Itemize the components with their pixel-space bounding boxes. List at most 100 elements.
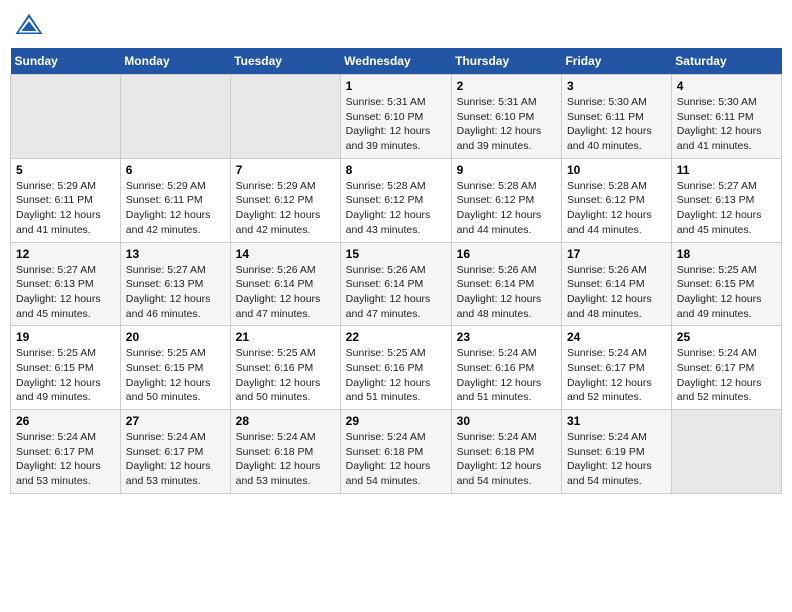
day-number: 14 <box>236 247 335 261</box>
calendar-table: SundayMondayTuesdayWednesdayThursdayFrid… <box>10 48 782 494</box>
week-row-4: 19 Sunrise: 5:25 AMSunset: 6:15 PMDayligh… <box>11 326 782 410</box>
day-number: 21 <box>236 330 335 344</box>
day-cell: 16 Sunrise: 5:26 AMSunset: 6:14 PMDayligh… <box>451 242 561 326</box>
day-cell: 17 Sunrise: 5:26 AMSunset: 6:14 PMDayligh… <box>561 242 671 326</box>
day-cell: 21 Sunrise: 5:25 AMSunset: 6:16 PMDayligh… <box>230 326 340 410</box>
header-cell-monday: Monday <box>120 48 230 75</box>
day-cell: 14 Sunrise: 5:26 AMSunset: 6:14 PMDayligh… <box>230 242 340 326</box>
day-info: Sunrise: 5:30 AMSunset: 6:11 PMDaylight:… <box>567 95 666 154</box>
day-cell: 12 Sunrise: 5:27 AMSunset: 6:13 PMDayligh… <box>11 242 121 326</box>
day-cell: 22Sunrise: 5:25 AMSunset: 6:16 PMDayligh… <box>340 326 451 410</box>
day-number: 31 <box>567 414 666 428</box>
header-cell-sunday: Sunday <box>11 48 121 75</box>
day-number: 3 <box>567 79 666 93</box>
day-cell: 3 Sunrise: 5:30 AMSunset: 6:11 PMDaylight… <box>561 75 671 159</box>
day-info: Sunrise: 5:26 AMSunset: 6:14 PMDaylight:… <box>457 263 556 322</box>
day-cell: 31 Sunrise: 5:24 AMSunset: 6:19 PMDayligh… <box>561 410 671 494</box>
day-cell: 29 Sunrise: 5:24 AMSunset: 6:18 PMDayligh… <box>340 410 451 494</box>
day-cell: 30 Sunrise: 5:24 AMSunset: 6:18 PMDayligh… <box>451 410 561 494</box>
header-cell-thursday: Thursday <box>451 48 561 75</box>
day-number: 12 <box>16 247 115 261</box>
header-row: SundayMondayTuesdayWednesdayThursdayFrid… <box>11 48 782 75</box>
day-cell <box>671 410 781 494</box>
day-number: 8 <box>346 163 446 177</box>
day-info: Sunrise: 5:24 AMSunset: 6:17 PMDaylight:… <box>677 346 776 405</box>
day-cell: 26 Sunrise: 5:24 AMSunset: 6:17 PMDayligh… <box>11 410 121 494</box>
day-info: Sunrise: 5:26 AMSunset: 6:14 PMDaylight:… <box>236 263 335 322</box>
day-info: Sunrise: 5:31 AMSunset: 6:10 PMDaylight:… <box>457 95 556 154</box>
day-cell: 6 Sunrise: 5:29 AMSunset: 6:11 PMDaylight… <box>120 158 230 242</box>
day-number: 17 <box>567 247 666 261</box>
header-cell-tuesday: Tuesday <box>230 48 340 75</box>
day-cell <box>230 75 340 159</box>
day-info: Sunrise: 5:26 AMSunset: 6:14 PMDaylight:… <box>567 263 666 322</box>
header-cell-saturday: Saturday <box>671 48 781 75</box>
day-info: Sunrise: 5:27 AMSunset: 6:13 PMDaylight:… <box>677 179 776 238</box>
day-cell: 24 Sunrise: 5:24 AMSunset: 6:17 PMDayligh… <box>561 326 671 410</box>
week-row-2: 5 Sunrise: 5:29 AMSunset: 6:11 PMDaylight… <box>11 158 782 242</box>
day-info: Sunrise: 5:24 AMSunset: 6:16 PMDaylight:… <box>457 346 556 405</box>
day-number: 24 <box>567 330 666 344</box>
day-info: Sunrise: 5:25 AMSunset: 6:15 PMDaylight:… <box>677 263 776 322</box>
day-number: 28 <box>236 414 335 428</box>
day-number: 16 <box>457 247 556 261</box>
day-cell: 1 Sunrise: 5:31 AMSunset: 6:10 PMDaylight… <box>340 75 451 159</box>
day-cell: 15Sunrise: 5:26 AMSunset: 6:14 PMDayligh… <box>340 242 451 326</box>
day-cell: 11 Sunrise: 5:27 AMSunset: 6:13 PMDayligh… <box>671 158 781 242</box>
day-info: Sunrise: 5:29 AMSunset: 6:11 PMDaylight:… <box>126 179 225 238</box>
day-info: Sunrise: 5:29 AMSunset: 6:12 PMDaylight:… <box>236 179 335 238</box>
day-number: 1 <box>346 79 446 93</box>
day-cell: 9Sunrise: 5:28 AMSunset: 6:12 PMDaylight… <box>451 158 561 242</box>
day-cell: 27Sunrise: 5:24 AMSunset: 6:17 PMDayligh… <box>120 410 230 494</box>
week-row-5: 26 Sunrise: 5:24 AMSunset: 6:17 PMDayligh… <box>11 410 782 494</box>
day-number: 23 <box>457 330 556 344</box>
day-info: Sunrise: 5:27 AMSunset: 6:13 PMDaylight:… <box>126 263 225 322</box>
day-cell: 20Sunrise: 5:25 AMSunset: 6:15 PMDayligh… <box>120 326 230 410</box>
week-row-1: 1 Sunrise: 5:31 AMSunset: 6:10 PMDaylight… <box>11 75 782 159</box>
day-number: 4 <box>677 79 776 93</box>
day-cell: 2 Sunrise: 5:31 AMSunset: 6:10 PMDaylight… <box>451 75 561 159</box>
day-info: Sunrise: 5:26 AMSunset: 6:14 PMDaylight:… <box>346 263 446 322</box>
day-number: 10 <box>567 163 666 177</box>
day-number: 5 <box>16 163 115 177</box>
day-info: Sunrise: 5:24 AMSunset: 6:18 PMDaylight:… <box>346 430 446 489</box>
day-number: 29 <box>346 414 446 428</box>
day-info: Sunrise: 5:24 AMSunset: 6:19 PMDaylight:… <box>567 430 666 489</box>
week-row-3: 12 Sunrise: 5:27 AMSunset: 6:13 PMDayligh… <box>11 242 782 326</box>
day-info: Sunrise: 5:25 AMSunset: 6:15 PMDaylight:… <box>126 346 225 405</box>
day-number: 26 <box>16 414 115 428</box>
day-number: 30 <box>457 414 556 428</box>
day-info: Sunrise: 5:25 AMSunset: 6:16 PMDaylight:… <box>236 346 335 405</box>
header-cell-friday: Friday <box>561 48 671 75</box>
day-number: 11 <box>677 163 776 177</box>
day-number: 6 <box>126 163 225 177</box>
day-info: Sunrise: 5:24 AMSunset: 6:18 PMDaylight:… <box>236 430 335 489</box>
day-number: 25 <box>677 330 776 344</box>
day-info: Sunrise: 5:24 AMSunset: 6:17 PMDaylight:… <box>126 430 225 489</box>
day-info: Sunrise: 5:24 AMSunset: 6:17 PMDaylight:… <box>567 346 666 405</box>
day-info: Sunrise: 5:24 AMSunset: 6:18 PMDaylight:… <box>457 430 556 489</box>
day-info: Sunrise: 5:31 AMSunset: 6:10 PMDaylight:… <box>346 95 446 154</box>
day-info: Sunrise: 5:24 AMSunset: 6:17 PMDaylight:… <box>16 430 115 489</box>
day-number: 18 <box>677 247 776 261</box>
day-number: 2 <box>457 79 556 93</box>
day-cell: 19 Sunrise: 5:25 AMSunset: 6:15 PMDayligh… <box>11 326 121 410</box>
page-header <box>10 10 782 40</box>
day-cell: 18 Sunrise: 5:25 AMSunset: 6:15 PMDayligh… <box>671 242 781 326</box>
calendar-header: SundayMondayTuesdayWednesdayThursdayFrid… <box>11 48 782 75</box>
day-info: Sunrise: 5:28 AMSunset: 6:12 PMDaylight:… <box>457 179 556 238</box>
day-cell: 23 Sunrise: 5:24 AMSunset: 6:16 PMDayligh… <box>451 326 561 410</box>
day-info: Sunrise: 5:28 AMSunset: 6:12 PMDaylight:… <box>346 179 446 238</box>
day-cell: 4 Sunrise: 5:30 AMSunset: 6:11 PMDaylight… <box>671 75 781 159</box>
day-number: 13 <box>126 247 225 261</box>
day-info: Sunrise: 5:30 AMSunset: 6:11 PMDaylight:… <box>677 95 776 154</box>
day-info: Sunrise: 5:28 AMSunset: 6:12 PMDaylight:… <box>567 179 666 238</box>
header-cell-wednesday: Wednesday <box>340 48 451 75</box>
day-cell: 28 Sunrise: 5:24 AMSunset: 6:18 PMDayligh… <box>230 410 340 494</box>
day-cell: 13 Sunrise: 5:27 AMSunset: 6:13 PMDayligh… <box>120 242 230 326</box>
day-info: Sunrise: 5:25 AMSunset: 6:16 PMDaylight:… <box>346 346 446 405</box>
day-number: 19 <box>16 330 115 344</box>
day-cell: 25 Sunrise: 5:24 AMSunset: 6:17 PMDayligh… <box>671 326 781 410</box>
day-info: Sunrise: 5:27 AMSunset: 6:13 PMDaylight:… <box>16 263 115 322</box>
day-info: Sunrise: 5:25 AMSunset: 6:15 PMDaylight:… <box>16 346 115 405</box>
